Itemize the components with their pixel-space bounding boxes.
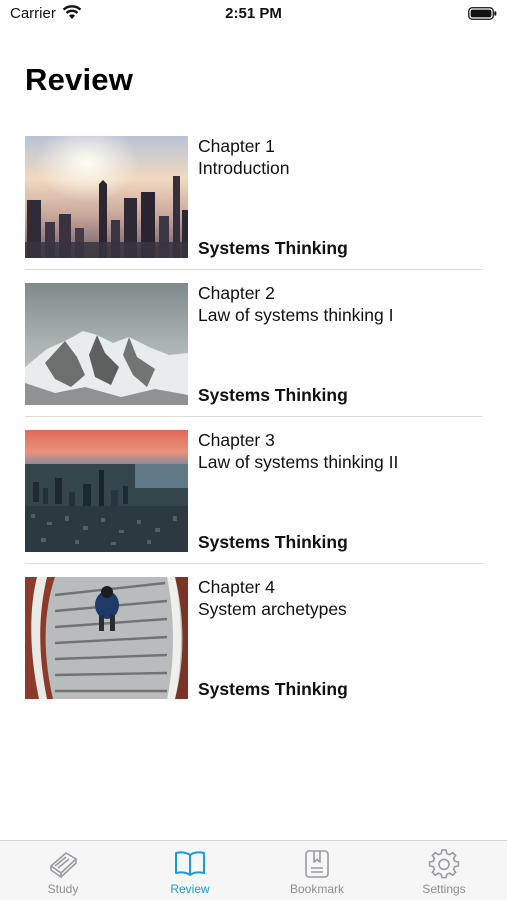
status-bar: Carrier 2:51 PM (0, 0, 507, 28)
chapter-thumbnail (25, 136, 188, 258)
chapter-number: Chapter 3 (198, 430, 275, 450)
list-item[interactable]: Chapter 2 Law of systems thinking I Syst… (25, 283, 483, 430)
chapter-thumbnail (25, 577, 188, 699)
book-icon (50, 852, 77, 878)
page-title: Review (25, 62, 134, 97)
chapter-title: Law of systems thinking II (198, 452, 399, 472)
bookmark-icon (305, 850, 329, 878)
tab-review[interactable]: Review (127, 841, 253, 900)
tab-review-label: Review (170, 882, 210, 896)
chapter-list: Chapter 1 Introduction Systems Thinking (25, 136, 483, 699)
review-screen: Carrier 2:51 PM Review Chapter 1 Introdu… (0, 0, 507, 900)
tab-study[interactable]: Study (0, 841, 126, 900)
list-item[interactable]: Chapter 1 Introduction Systems Thinking (25, 136, 483, 283)
book-title: Systems Thinking (198, 385, 348, 405)
book-title: Systems Thinking (198, 532, 348, 552)
chapter-number: Chapter 4 (198, 577, 275, 597)
list-item[interactable]: Chapter 3 Law of systems thinking II Sys… (25, 430, 483, 577)
chapter-number: Chapter 1 (198, 136, 275, 156)
chapter-title: System archetypes (198, 599, 347, 619)
book-title: Systems Thinking (198, 238, 348, 258)
battery-icon (468, 7, 497, 20)
tab-settings[interactable]: Settings (381, 841, 507, 900)
clock: 2:51 PM (225, 5, 282, 22)
divider (25, 563, 483, 564)
chapter-title: Law of systems thinking I (198, 305, 394, 325)
gear-icon (428, 849, 460, 879)
list-item[interactable]: Chapter 4 System archetypes Systems Thin… (25, 577, 483, 724)
chapter-thumbnail (25, 283, 188, 405)
tab-study-label: Study (47, 882, 79, 896)
tab-settings-label: Settings (422, 882, 466, 896)
open-book-icon (175, 851, 205, 876)
chapter-title: Introduction (198, 158, 290, 178)
book-title: Systems Thinking (198, 679, 348, 699)
chapter-number: Chapter 2 (198, 283, 275, 303)
tab-bookmark-label: Bookmark (289, 882, 345, 896)
chapter-thumbnail (25, 430, 188, 552)
divider (25, 269, 483, 270)
divider (25, 416, 483, 417)
tab-bar: Study Review Bookmark Settings (0, 840, 507, 900)
tab-bookmark[interactable]: Bookmark (254, 841, 380, 900)
